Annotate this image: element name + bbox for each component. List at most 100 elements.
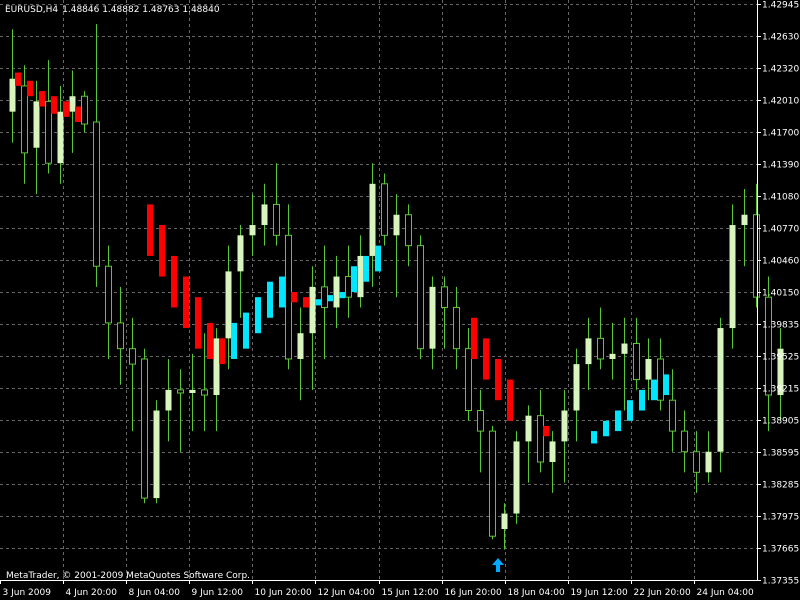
- bull-candle: [573, 364, 580, 411]
- bear-candle: [693, 451, 700, 473]
- sell-signal-bar: [27, 80, 33, 97]
- y-tick-label: 1.42320: [762, 65, 799, 75]
- bear-candle: [201, 389, 208, 396]
- buy-signal-bar: [315, 299, 321, 306]
- bull-candle: [513, 441, 520, 514]
- sell-signal-bar: [495, 358, 501, 401]
- bull-candle: [525, 415, 532, 442]
- bear-candle: [177, 389, 184, 394]
- y-tick-label: 1.40150: [762, 289, 799, 299]
- bear-candle: [21, 85, 28, 154]
- bull-candle: [309, 286, 316, 334]
- quote-values: 1.48846 1.48882 1.48763 1.48840: [62, 5, 220, 15]
- x-tick-label: 4 Jun 20:00: [66, 588, 118, 598]
- buy-signal-bar: [591, 431, 597, 444]
- buy-signal-bar: [363, 255, 369, 282]
- bull-candle: [297, 333, 304, 359]
- bull-candle: [57, 111, 64, 164]
- bull-candle: [261, 204, 268, 226]
- bear-candle: [345, 276, 352, 298]
- bull-candle: [717, 328, 724, 452]
- bear-candle: [81, 95, 88, 125]
- bull-candle: [33, 101, 40, 148]
- bull-candle: [609, 353, 616, 359]
- bear-candle: [489, 430, 496, 537]
- y-tick-label: 1.37975: [762, 513, 799, 523]
- x-tick-label: 22 Jun 20:00: [634, 588, 691, 598]
- sell-signal-bar: [471, 317, 477, 359]
- sell-signal-bar: [63, 101, 69, 117]
- bear-candle: [537, 415, 544, 463]
- bear-candle: [273, 203, 280, 236]
- bull-candle: [225, 271, 232, 339]
- x-tick-label: 15 Jun 12:00: [382, 588, 439, 598]
- x-tick-label: 12 Jun 04:00: [318, 588, 375, 598]
- sell-signal-bar: [147, 204, 153, 256]
- y-tick-label: 1.42010: [762, 97, 799, 107]
- y-tick-label: 1.39525: [762, 353, 799, 363]
- x-tick-label: 16 Jun 20:00: [445, 588, 502, 598]
- y-tick-label: 1.37665: [762, 545, 799, 555]
- bear-candle: [417, 245, 424, 350]
- bull-candle: [729, 225, 736, 329]
- bear-candle: [141, 358, 148, 499]
- bear-candle: [45, 100, 52, 164]
- buy-signal-bar: [351, 266, 357, 292]
- bear-candle: [453, 306, 460, 350]
- sell-signal-bar: [303, 297, 309, 308]
- x-tick-label: 3 Jun 2009: [3, 588, 52, 598]
- y-tick-label: 1.41700: [762, 129, 799, 139]
- y-tick-label: 1.38905: [762, 417, 799, 427]
- bull-candle: [621, 343, 628, 354]
- bear-candle: [321, 286, 328, 308]
- bear-candle: [117, 322, 124, 350]
- bull-candle: [429, 286, 436, 349]
- sell-signal-bar: [39, 91, 45, 107]
- x-tick-label: 8 Jun 04:00: [129, 588, 181, 598]
- chart-header: EURUSD,H4 1.48846 1.48882 1.48763 1.48840: [5, 5, 220, 15]
- bear-candle: [381, 183, 388, 236]
- y-tick-label: 1.40460: [762, 257, 799, 267]
- buy-signal-bar: [627, 400, 633, 421]
- copyright-text: MetaTrader, © 2001-2009 MetaQuotes Softw…: [6, 571, 250, 581]
- bull-candle: [357, 255, 364, 298]
- buy-signal-bar: [255, 297, 261, 334]
- y-tick-label: 1.39835: [762, 321, 799, 331]
- x-tick-label: 18 Jun 04:00: [508, 588, 565, 598]
- price-chart[interactable]: 1.42945 1.42630 1.42320 1.42010 1.41700 1.413…: [0, 0, 800, 600]
- bull-candle: [213, 338, 220, 396]
- bull-candle: [369, 183, 376, 256]
- buy-signal-bar: [603, 420, 609, 437]
- sell-signal-bar: [75, 106, 81, 122]
- bull-candle: [741, 214, 748, 226]
- sell-signal-bar: [195, 297, 201, 349]
- bear-candle: [105, 265, 112, 324]
- buy-signal-bar: [651, 379, 657, 401]
- buy-signal-bar: [639, 389, 645, 411]
- bull-candle: [69, 96, 76, 112]
- bull-candle: [9, 78, 16, 112]
- bear-candle: [477, 409, 484, 432]
- sell-signal-bar: [543, 425, 549, 437]
- x-tick-label: 9 Jun 12:00: [192, 588, 244, 598]
- buy-signal-bar: [279, 276, 285, 308]
- bear-candle: [657, 358, 664, 401]
- sell-signal-bar: [207, 322, 213, 359]
- symbol-label: EURUSD,H4: [5, 5, 58, 15]
- y-tick-label: 1.40770: [762, 225, 799, 235]
- sell-signal-bar: [51, 96, 57, 114]
- bear-candle: [129, 348, 136, 365]
- bear-candle: [405, 214, 412, 247]
- buy-signal-bar: [243, 312, 249, 349]
- x-tick-label: 19 Jun 12:00: [571, 588, 628, 598]
- buy-signal-bar: [615, 410, 621, 432]
- bull-candle: [333, 276, 340, 308]
- buy-signal-bar: [267, 281, 273, 318]
- bear-candle: [681, 430, 688, 453]
- y-tick-label: 1.41080: [762, 193, 799, 203]
- sell-signal-bar: [15, 72, 21, 86]
- bull-candle: [153, 410, 160, 499]
- bear-candle: [633, 343, 640, 381]
- sell-signal-bar: [483, 338, 489, 380]
- y-tick-label: 1.42945: [762, 1, 799, 11]
